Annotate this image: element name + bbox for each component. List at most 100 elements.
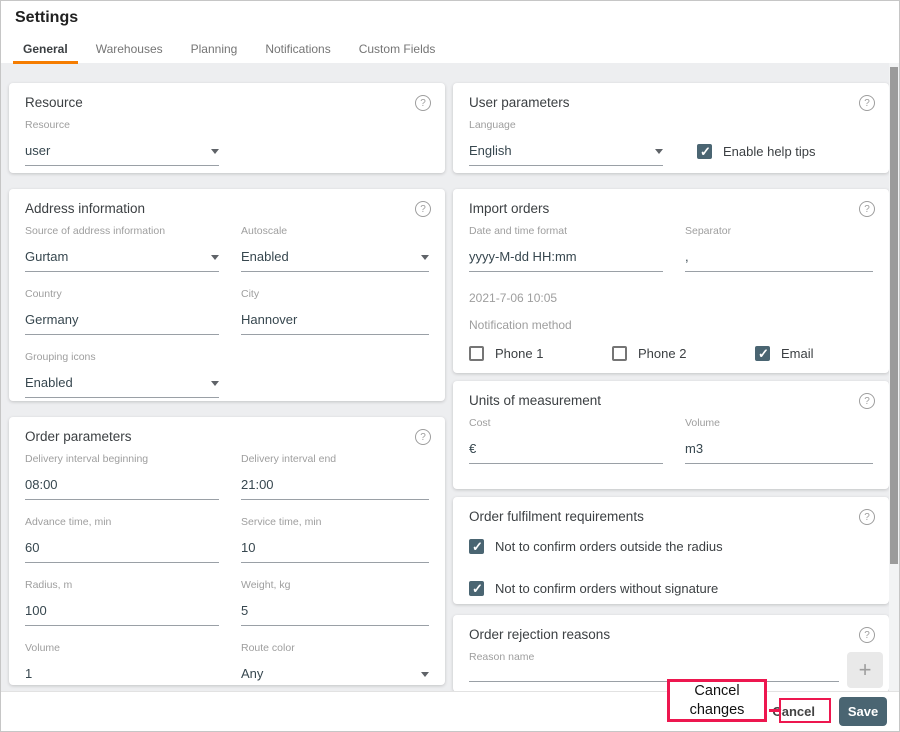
user-parameters-card: User parameters Language English Enable …: [453, 83, 889, 173]
volume-unit-input[interactable]: Volume m3: [685, 417, 873, 464]
checkbox-label: Phone 1: [495, 346, 544, 361]
autoscale-select[interactable]: Autoscale Enabled: [241, 225, 429, 272]
tab-planning[interactable]: Planning: [181, 42, 248, 64]
delivery-interval-end-input[interactable]: Delivery interval end 21:00: [241, 453, 429, 500]
help-icon[interactable]: [859, 627, 875, 643]
field-label: Weight, kg: [241, 579, 291, 591]
cost-unit-input[interactable]: Cost €: [469, 417, 663, 464]
order-fulfilment-card: Order fulfilment requirements Not to con…: [453, 497, 889, 604]
field-label: Reason name: [469, 651, 535, 663]
add-reason-button[interactable]: +: [847, 652, 883, 688]
address-source-select[interactable]: Source of address information Gurtam: [25, 225, 219, 272]
date-format-example: 2021-7-06 10:05: [469, 291, 558, 305]
page-title: Settings: [15, 9, 79, 26]
field-value: user: [25, 143, 51, 158]
card-title: Address information: [25, 201, 146, 216]
card-title: User parameters: [469, 95, 570, 110]
grouping-icons-select[interactable]: Grouping icons Enabled: [25, 351, 219, 398]
card-title: Import orders: [469, 201, 550, 216]
save-button[interactable]: Save: [839, 697, 887, 726]
chevron-down-icon[interactable]: [211, 255, 219, 260]
field-value: ,: [685, 249, 689, 264]
field-value: 1: [25, 666, 33, 681]
field-label: Source of address information: [25, 225, 166, 237]
chevron-down-icon[interactable]: [421, 672, 429, 677]
card-title: Order fulfilment requirements: [469, 509, 644, 524]
field-label: Resource: [25, 119, 70, 131]
scrollbar-thumb[interactable]: [890, 67, 898, 564]
notification-method-label: Notification method: [469, 318, 572, 332]
city-input[interactable]: City Hannover: [241, 288, 429, 335]
checkbox-box: [469, 539, 484, 555]
volume-input[interactable]: Volume 1: [25, 642, 219, 685]
checkbox-label: Enable help tips: [723, 144, 816, 159]
weight-input[interactable]: Weight, kg 5: [241, 579, 429, 626]
date-time-format-input[interactable]: Date and time format yyyy-M-dd HH:mm: [469, 225, 663, 272]
field-value: Hannover: [241, 312, 298, 327]
help-icon[interactable]: [859, 393, 875, 409]
help-icon[interactable]: [415, 429, 431, 445]
field-label: Grouping icons: [25, 351, 96, 363]
advance-time-input[interactable]: Advance time, min 60: [25, 516, 219, 563]
checkbox-label: Phone 2: [638, 346, 687, 361]
field-value: 5: [241, 603, 249, 618]
phone1-checkbox[interactable]: Phone 1: [469, 346, 612, 361]
field-value: 08:00: [25, 477, 58, 492]
field-value: Gurtam: [25, 249, 69, 264]
import-orders-card: Import orders Date and time format yyyy-…: [453, 189, 889, 373]
field-label: Delivery interval end: [241, 453, 337, 465]
tab-general[interactable]: General: [13, 42, 78, 64]
chevron-down-icon[interactable]: [655, 149, 663, 154]
help-icon[interactable]: [859, 509, 875, 525]
language-select[interactable]: Language English: [469, 119, 663, 166]
resource-select[interactable]: Resource user: [25, 119, 219, 166]
help-icon[interactable]: [415, 201, 431, 217]
route-color-select[interactable]: Route color Any: [241, 642, 429, 685]
confirm-without-signature-checkbox[interactable]: Not to confirm orders without signature: [469, 581, 873, 597]
field-label: Service time, min: [241, 516, 322, 528]
help-icon[interactable]: [415, 95, 431, 111]
phone2-checkbox[interactable]: Phone 2: [612, 346, 755, 361]
resource-card: Resource Resource user: [9, 83, 445, 173]
tab-custom-fields[interactable]: Custom Fields: [349, 42, 446, 64]
scrollbar-track[interactable]: [889, 63, 899, 692]
field-value: 21:00: [241, 477, 274, 492]
chevron-down-icon[interactable]: [211, 149, 219, 154]
field-label: Date and time format: [469, 225, 568, 237]
checkbox-box: [469, 581, 484, 597]
header: Settings General Warehouses Planning Not…: [1, 1, 899, 64]
help-icon[interactable]: [859, 201, 875, 217]
annotation-connector-line: [769, 709, 781, 712]
field-label: City: [241, 288, 260, 300]
address-information-card: Address information Source of address in…: [9, 189, 445, 401]
order-parameters-card: Order parameters Delivery interval begin…: [9, 417, 445, 685]
field-label: Delivery interval beginning: [25, 453, 149, 465]
separator-input[interactable]: Separator ,: [685, 225, 873, 272]
field-label: Radius, m: [25, 579, 73, 591]
plus-icon: +: [858, 657, 872, 682]
tab-notifications[interactable]: Notifications: [255, 42, 340, 64]
field-label: Volume: [685, 417, 721, 429]
service-time-input[interactable]: Service time, min 10: [241, 516, 429, 563]
chevron-down-icon[interactable]: [211, 381, 219, 386]
country-input[interactable]: Country Germany: [25, 288, 219, 335]
field-value: 100: [25, 603, 47, 618]
field-value: English: [469, 143, 512, 158]
delivery-interval-beginning-input[interactable]: Delivery interval beginning 08:00: [25, 453, 219, 500]
field-label: Separator: [685, 225, 732, 237]
field-value: €: [469, 441, 477, 456]
enable-help-tips-checkbox[interactable]: Enable help tips: [697, 144, 816, 160]
field-label: Route color: [241, 642, 295, 654]
help-icon[interactable]: [859, 95, 875, 111]
field-value: Germany: [25, 312, 79, 327]
field-value: Enabled: [241, 249, 289, 264]
tab-bar: General Warehouses Planning Notification…: [13, 42, 453, 64]
card-title: Order rejection reasons: [469, 627, 611, 642]
tab-warehouses[interactable]: Warehouses: [86, 42, 173, 64]
email-checkbox[interactable]: Email: [755, 346, 814, 362]
field-label: Language: [469, 119, 516, 131]
radius-input[interactable]: Radius, m 100: [25, 579, 219, 626]
chevron-down-icon[interactable]: [421, 255, 429, 260]
confirm-outside-radius-checkbox[interactable]: Not to confirm orders outside the radius: [469, 539, 873, 555]
reason-name-input[interactable]: [469, 681, 839, 682]
